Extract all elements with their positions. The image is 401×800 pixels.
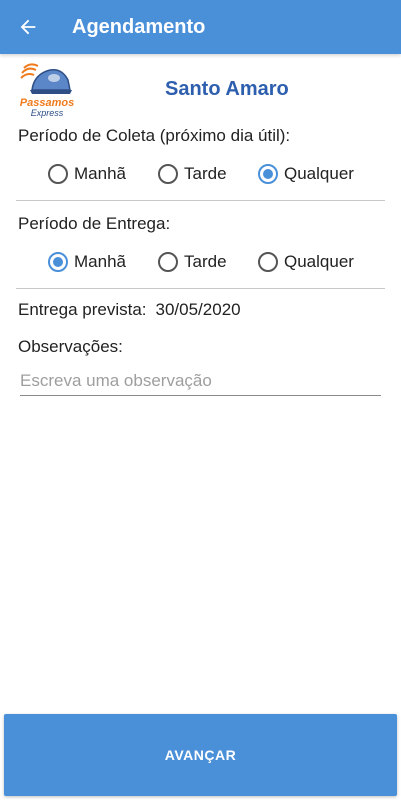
- radio-label: Manhã: [74, 164, 126, 183]
- divider: [16, 288, 385, 289]
- divider: [16, 200, 385, 201]
- radio-checked-icon: [48, 252, 68, 272]
- back-button[interactable]: [0, 0, 56, 54]
- radio-label: Manhã: [74, 252, 126, 271]
- radio-label: Tarde: [184, 252, 227, 271]
- page-title: Agendamento: [72, 15, 206, 38]
- entrega-option-tarde[interactable]: Tarde: [158, 247, 227, 277]
- entrega-radio-group: Manhã Tarde Qualquer: [0, 247, 401, 277]
- app-bar: Agendamento: [0, 0, 401, 54]
- entrega-prevista-label: Entrega prevista:: [18, 300, 147, 319]
- radio-unchecked-icon: [158, 252, 178, 272]
- observacoes-label: Observações:: [18, 337, 123, 356]
- entrega-option-qualquer[interactable]: Qualquer: [258, 247, 354, 277]
- entrega-option-manha[interactable]: Manhã: [48, 247, 126, 277]
- radio-label: Qualquer: [284, 252, 354, 271]
- logo-text-2: Express: [31, 108, 64, 118]
- radio-unchecked-icon: [258, 252, 278, 272]
- coleta-option-qualquer[interactable]: Qualquer: [258, 159, 354, 189]
- entrega-label: Período de Entrega:: [18, 214, 171, 233]
- coleta-option-tarde[interactable]: Tarde: [158, 159, 227, 189]
- coleta-radio-group: Manhã Tarde Qualquer: [0, 159, 401, 189]
- store-name: Santo Amaro: [165, 78, 289, 100]
- entrega-prevista-value: 30/05/2020: [155, 300, 241, 319]
- radio-label: Qualquer: [284, 164, 354, 183]
- observacoes-input[interactable]: [20, 366, 381, 396]
- entrega-prevista-row: Entrega prevista: 30/05/2020: [18, 300, 241, 320]
- arrow-left-icon: [20, 19, 36, 35]
- coleta-option-manha[interactable]: Manhã: [48, 159, 126, 189]
- store-header: Passamos Express Santo Amaro: [0, 56, 401, 120]
- radio-unchecked-icon: [158, 164, 178, 184]
- company-logo: Passamos Express: [20, 63, 74, 118]
- radio-label: Tarde: [184, 164, 227, 183]
- radio-unchecked-icon: [48, 164, 68, 184]
- coleta-label: Período de Coleta (próximo dia útil):: [18, 126, 291, 145]
- radio-checked-icon: [258, 164, 278, 184]
- avancar-button[interactable]: AVANÇAR: [4, 714, 397, 796]
